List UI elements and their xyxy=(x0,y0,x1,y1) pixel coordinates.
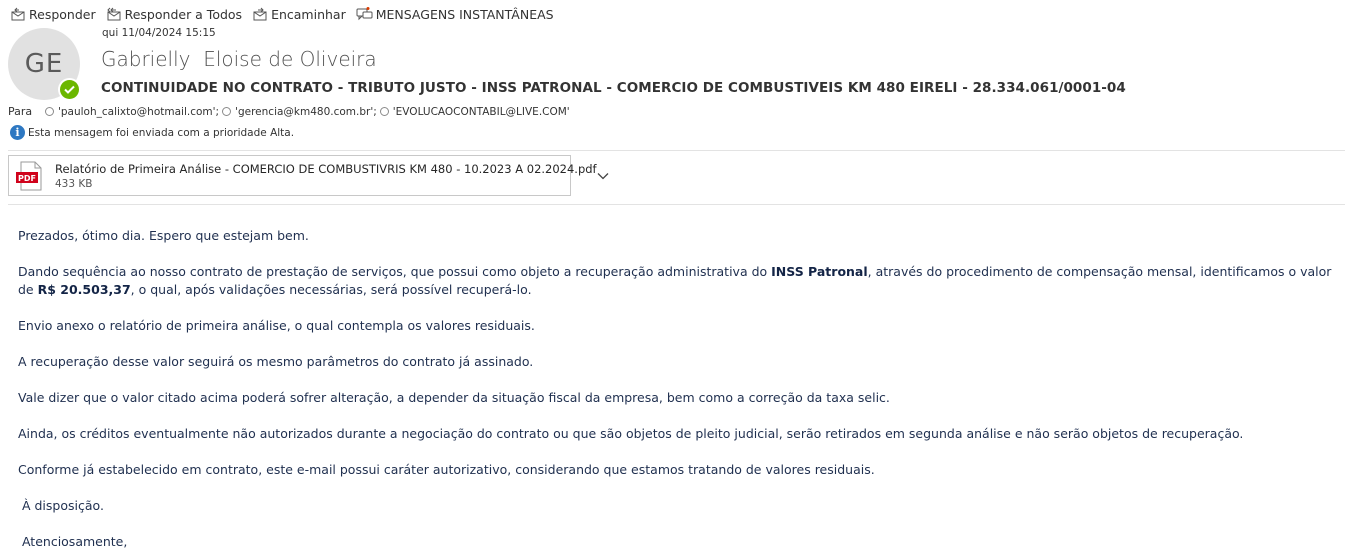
recipient-address: 'gerencia@km480.com.br'; xyxy=(235,105,377,118)
reply-label: Responder xyxy=(29,6,96,22)
body-paragraph: Vale dizer que o valor citado acima pode… xyxy=(18,390,890,405)
body-paragraph: Ainda, os créditos eventualmente não aut… xyxy=(18,426,1244,441)
info-icon: i xyxy=(10,125,25,140)
attachment-size: 433 KB xyxy=(55,177,93,190)
recipient[interactable]: 'EVOLUCAOCONTABIL@LIVE.COM' xyxy=(379,105,570,118)
body-paragraph: À disposição. xyxy=(18,498,104,513)
reply-icon xyxy=(11,7,25,21)
presence-dot-icon xyxy=(45,107,54,116)
sent-date: qui 11/04/2024 15:15 xyxy=(102,27,216,39)
avatar-initials: GE xyxy=(24,49,64,79)
attachment-name: Relatório de Primeira Análise - COMERCIO… xyxy=(55,161,597,176)
pdf-file-icon: PDF xyxy=(15,161,45,191)
sender-name[interactable]: Gabrielly Eloise de Oliveira xyxy=(101,47,377,71)
body-paragraph: Atenciosamente, xyxy=(18,534,128,549)
forward-label: Encaminhar xyxy=(271,6,346,22)
reply-all-button[interactable]: Responder a Todos xyxy=(106,7,242,22)
body-paragraph: Envio anexo o relatório de primeira anál… xyxy=(18,318,535,333)
forward-icon xyxy=(253,7,267,21)
presence-dot-icon xyxy=(379,107,389,116)
presence-status xyxy=(58,78,81,101)
recipient-address: 'EVOLUCAOCONTABIL@LIVE.COM' xyxy=(392,105,570,118)
message-body: Prezados, ótimo dia. Espero que estejam … xyxy=(18,227,1345,555)
priority-text: Esta mensagem foi enviada com a priorida… xyxy=(28,126,295,139)
attachment-menu-button[interactable] xyxy=(597,172,609,180)
body-text: Dando sequência ao nosso contrato de pre… xyxy=(18,264,772,279)
divider xyxy=(8,150,1345,151)
recipient[interactable]: 'gerencia@km480.com.br'; xyxy=(222,106,377,118)
chevron-down-icon xyxy=(597,172,609,179)
reply-button[interactable]: Responder xyxy=(10,7,96,22)
chat-icon xyxy=(356,7,373,21)
priority-notice: i Esta mensagem foi enviada com a priori… xyxy=(10,125,294,140)
body-text: , o qual, após validações necessárias, s… xyxy=(130,282,532,297)
forward-button[interactable]: Encaminhar xyxy=(252,7,346,22)
recipient-address: 'pauloh_calixto@hotmail.com'; xyxy=(58,105,220,118)
body-bold-amount: R$ 20.503,37 xyxy=(37,282,131,297)
recipients-row: Para 'pauloh_calixto@hotmail.com'; 'gere… xyxy=(8,105,573,118)
reply-all-label: Responder a Todos xyxy=(124,6,243,22)
attachment-card[interactable]: PDF Relatório de Primeira Análise - COME… xyxy=(8,155,609,196)
instant-messages-label: MENSAGENS INSTANTÂNEAS xyxy=(375,6,554,22)
available-check-icon xyxy=(60,80,79,99)
instant-messages-button[interactable]: MENSAGENS INSTANTÂNEAS xyxy=(356,7,554,22)
recipient[interactable]: 'pauloh_calixto@hotmail.com'; xyxy=(45,106,219,118)
reply-all-icon xyxy=(106,7,121,21)
body-bold-text: INSS Patronal xyxy=(771,264,868,279)
message-subject: CONTINUIDADE NO CONTRATO - TRIBUTO JUSTO… xyxy=(101,80,1126,96)
pdf-icon-label: PDF xyxy=(18,174,36,183)
presence-dot-icon xyxy=(222,107,232,116)
body-paragraph: A recuperação desse valor seguirá os mes… xyxy=(18,354,534,369)
body-paragraph: Prezados, ótimo dia. Espero que estejam … xyxy=(18,228,309,243)
divider xyxy=(8,204,1345,205)
attachment-info: Relatório de Primeira Análise - COMERCIO… xyxy=(55,162,597,190)
body-paragraph: Dando sequência ao nosso contrato de pre… xyxy=(18,263,1345,299)
to-label: Para xyxy=(8,105,33,118)
body-paragraph: Conforme já estabelecido em contrato, es… xyxy=(18,462,875,477)
reading-toolbar: Responder Responder a Todos Encaminhar M… xyxy=(10,5,564,23)
